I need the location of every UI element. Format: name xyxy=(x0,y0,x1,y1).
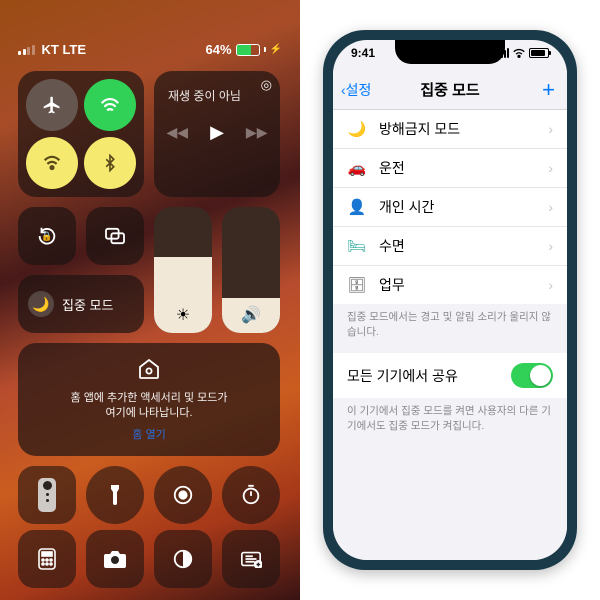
cell-label: 방해금지 모드 xyxy=(379,119,460,139)
chevron-right-icon: › xyxy=(548,121,553,137)
quick-note-button[interactable] xyxy=(222,530,280,588)
bed-icon: 🛏 xyxy=(347,237,367,255)
nav-back-label: 설정 xyxy=(346,80,372,100)
home-open-link[interactable]: 홈 열기 xyxy=(36,426,262,442)
next-track-button[interactable]: ▶▶ xyxy=(246,124,268,141)
airplane-mode-toggle[interactable] xyxy=(26,79,78,131)
home-message: 홈 앱에 추가한 액세서리 및 모드가 여기에 나타납니다. xyxy=(36,391,262,422)
timer-button[interactable] xyxy=(222,466,280,524)
brightness-slider[interactable]: ☀ xyxy=(154,207,212,333)
charging-icon: ⚡ xyxy=(270,44,282,55)
focus-list-group: 🌙 방해금지 모드 › 🚗 운전 › 👤 개인 시간 › xyxy=(333,110,567,304)
settings-content: 🌙 방해금지 모드 › 🚗 운전 › 👤 개인 시간 › xyxy=(333,110,567,560)
chevron-right-icon: › xyxy=(548,277,553,293)
play-button[interactable]: ▶ xyxy=(210,122,224,143)
phone-wifi-icon xyxy=(512,48,526,59)
car-icon: 🚗 xyxy=(347,159,367,177)
focus-label: 집중 모드 xyxy=(62,295,113,314)
focus-item-driving[interactable]: 🚗 운전 › xyxy=(333,149,567,188)
wifi-toggle[interactable] xyxy=(26,137,78,189)
moon-icon: 🌙 xyxy=(347,120,367,138)
orientation-lock-toggle[interactable]: 🔒 xyxy=(18,207,76,265)
prev-track-button[interactable]: ◀◀ xyxy=(167,124,189,141)
carrier-label: KT LTE xyxy=(42,42,87,57)
briefcase-icon: 🗄 xyxy=(347,276,367,294)
phone-time: 9:41 xyxy=(351,46,375,60)
phone-frame: 9:41 ‹ 설정 집중 모드 + xyxy=(323,30,577,570)
chevron-right-icon: › xyxy=(548,199,553,215)
screen-record-button[interactable] xyxy=(154,466,212,524)
person-icon: 👤 xyxy=(347,198,367,216)
group-footer-2: 이 기기에서 집중 모드를 켜면 사용자의 다른 기기에서도 집중 모드가 켜집… xyxy=(333,398,567,447)
cell-label: 수면 xyxy=(379,236,405,256)
focus-mode-button[interactable]: 🌙 집중 모드 xyxy=(18,275,144,333)
dark-mode-button[interactable] xyxy=(154,530,212,588)
cell-label: 운전 xyxy=(379,158,405,178)
remote-button[interactable] xyxy=(18,466,76,524)
battery-indicator: 64% ⚡ xyxy=(206,42,282,57)
nav-add-button[interactable]: + xyxy=(542,77,555,103)
nav-back-button[interactable]: ‹ 설정 xyxy=(341,80,371,100)
media-status-label: 재생 중이 아님 xyxy=(168,87,270,104)
calculator-button[interactable] xyxy=(18,530,76,588)
focus-item-personal[interactable]: 👤 개인 시간 › xyxy=(333,188,567,227)
volume-slider[interactable]: 🔊 xyxy=(222,207,280,333)
screen-mirroring-button[interactable] xyxy=(86,207,144,265)
camera-button[interactable] xyxy=(86,530,144,588)
home-icon xyxy=(36,357,262,385)
cell-label: 개인 시간 xyxy=(379,197,434,217)
connectivity-card[interactable] xyxy=(18,71,144,197)
share-label: 모든 기기에서 공유 xyxy=(347,366,458,386)
focus-item-work[interactable]: 🗄 업무 › xyxy=(333,266,567,304)
focus-item-sleep[interactable]: 🛏 수면 › xyxy=(333,227,567,266)
bluetooth-toggle[interactable] xyxy=(84,137,136,189)
flashlight-button[interactable] xyxy=(86,466,144,524)
volume-icon: 🔊 xyxy=(222,305,280,325)
media-card[interactable]: ◎ 재생 중이 아님 ◀◀ ▶ ▶▶ xyxy=(154,71,280,197)
nav-title: 집중 모드 xyxy=(420,79,479,100)
home-card[interactable]: 홈 앱에 추가한 액세서리 및 모드가 여기에 나타납니다. 홈 열기 xyxy=(18,343,280,456)
chevron-right-icon: › xyxy=(548,160,553,176)
share-group: 모든 기기에서 공유 xyxy=(333,353,567,398)
group-footer-1: 집중 모드에서는 경고 및 알림 소리가 울리지 않습니다. xyxy=(333,304,567,353)
chevron-right-icon: › xyxy=(548,238,553,254)
cellular-data-toggle[interactable] xyxy=(84,79,136,131)
cellular-signal-icon xyxy=(18,45,35,55)
moon-icon: 🌙 xyxy=(28,291,54,317)
battery-pct: 64% xyxy=(206,42,232,57)
share-across-devices-row[interactable]: 모든 기기에서 공유 xyxy=(333,353,567,398)
status-bar: KT LTE 64% ⚡ xyxy=(18,42,282,57)
notch xyxy=(395,40,505,64)
cell-label: 업무 xyxy=(379,275,405,295)
phone-battery-icon xyxy=(529,48,549,58)
brightness-icon: ☀ xyxy=(154,305,212,325)
nav-bar: ‹ 설정 집중 모드 + xyxy=(333,70,567,110)
control-center-screen: KT LTE 64% ⚡ xyxy=(0,0,300,600)
share-switch[interactable] xyxy=(511,363,553,388)
phone-mockup-area: 9:41 ‹ 설정 집중 모드 + xyxy=(300,0,600,600)
focus-item-dnd[interactable]: 🌙 방해금지 모드 › xyxy=(333,110,567,149)
